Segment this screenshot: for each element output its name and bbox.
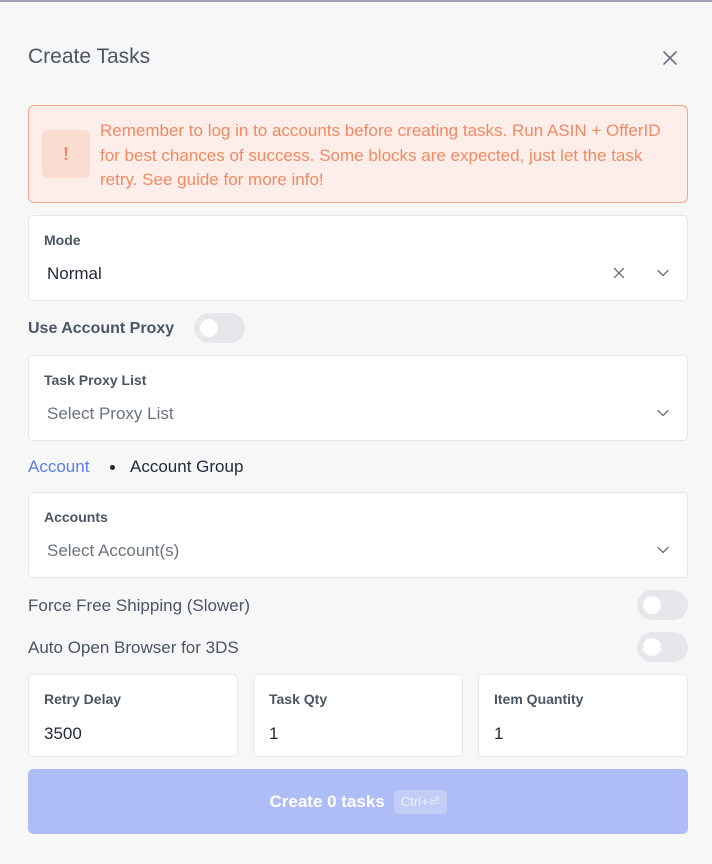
alert-text: Remember to log in to accounts before cr… bbox=[100, 121, 661, 189]
close-icon bbox=[663, 51, 677, 65]
item-quantity-input[interactable]: Item Quantity 1 bbox=[478, 674, 688, 757]
exclamation-icon: ! bbox=[42, 130, 90, 178]
top-divider bbox=[0, 0, 712, 2]
mode-label: Mode bbox=[44, 232, 81, 248]
chevron-down-icon[interactable] bbox=[656, 266, 670, 280]
retry-delay-label: Retry Delay bbox=[44, 691, 122, 707]
task-proxy-list-select[interactable]: Task Proxy List Select Proxy List bbox=[28, 355, 688, 441]
dialog-title: Create Tasks bbox=[28, 45, 151, 68]
chevron-down-icon[interactable] bbox=[656, 406, 670, 420]
close-button[interactable] bbox=[658, 46, 682, 70]
accounts-placeholder: Select Account(s) bbox=[47, 541, 180, 560]
use-account-proxy-label: Use Account Proxy bbox=[28, 320, 175, 337]
create-tasks-button[interactable]: Create 0 tasks Ctrl+⏎ bbox=[28, 769, 688, 834]
task-proxy-list-label: Task Proxy List bbox=[44, 372, 147, 388]
task-proxy-list-placeholder: Select Proxy List bbox=[47, 404, 174, 423]
clear-icon[interactable] bbox=[612, 266, 626, 280]
accounts-label: Accounts bbox=[44, 509, 108, 525]
tab-account[interactable]: Account bbox=[28, 457, 89, 477]
keyboard-shortcut-badge: Ctrl+⏎ bbox=[393, 789, 447, 814]
toggle-knob bbox=[643, 638, 661, 656]
force-free-shipping-label: Force Free Shipping (Slower) bbox=[28, 596, 251, 615]
task-qty-label: Task Qty bbox=[269, 691, 328, 707]
task-qty-value: 1 bbox=[269, 724, 279, 743]
retry-delay-input[interactable]: Retry Delay 3500 bbox=[28, 674, 238, 757]
task-qty-input[interactable]: Task Qty 1 bbox=[253, 674, 463, 757]
toggle-knob bbox=[200, 319, 218, 337]
auto-open-browser-label: Auto Open Browser for 3DS bbox=[28, 638, 239, 657]
mode-value: Normal bbox=[47, 264, 102, 283]
auto-open-browser-toggle[interactable] bbox=[637, 632, 688, 662]
mode-select[interactable]: Mode Normal bbox=[28, 215, 688, 301]
info-alert: ! Remember to log in to accounts before … bbox=[28, 105, 688, 203]
retry-delay-value: 3500 bbox=[44, 724, 82, 743]
item-quantity-label: Item Quantity bbox=[494, 691, 584, 707]
item-quantity-value: 1 bbox=[494, 724, 504, 743]
force-free-shipping-toggle[interactable] bbox=[637, 590, 688, 620]
accounts-select[interactable]: Accounts Select Account(s) bbox=[28, 492, 688, 578]
create-tasks-label: Create 0 tasks bbox=[269, 791, 385, 811]
chevron-down-icon[interactable] bbox=[656, 543, 670, 557]
use-account-proxy-toggle[interactable] bbox=[194, 313, 245, 343]
tab-account-group[interactable]: Account Group bbox=[130, 457, 243, 477]
toggle-knob bbox=[643, 596, 661, 614]
tab-separator-dot bbox=[110, 465, 115, 470]
